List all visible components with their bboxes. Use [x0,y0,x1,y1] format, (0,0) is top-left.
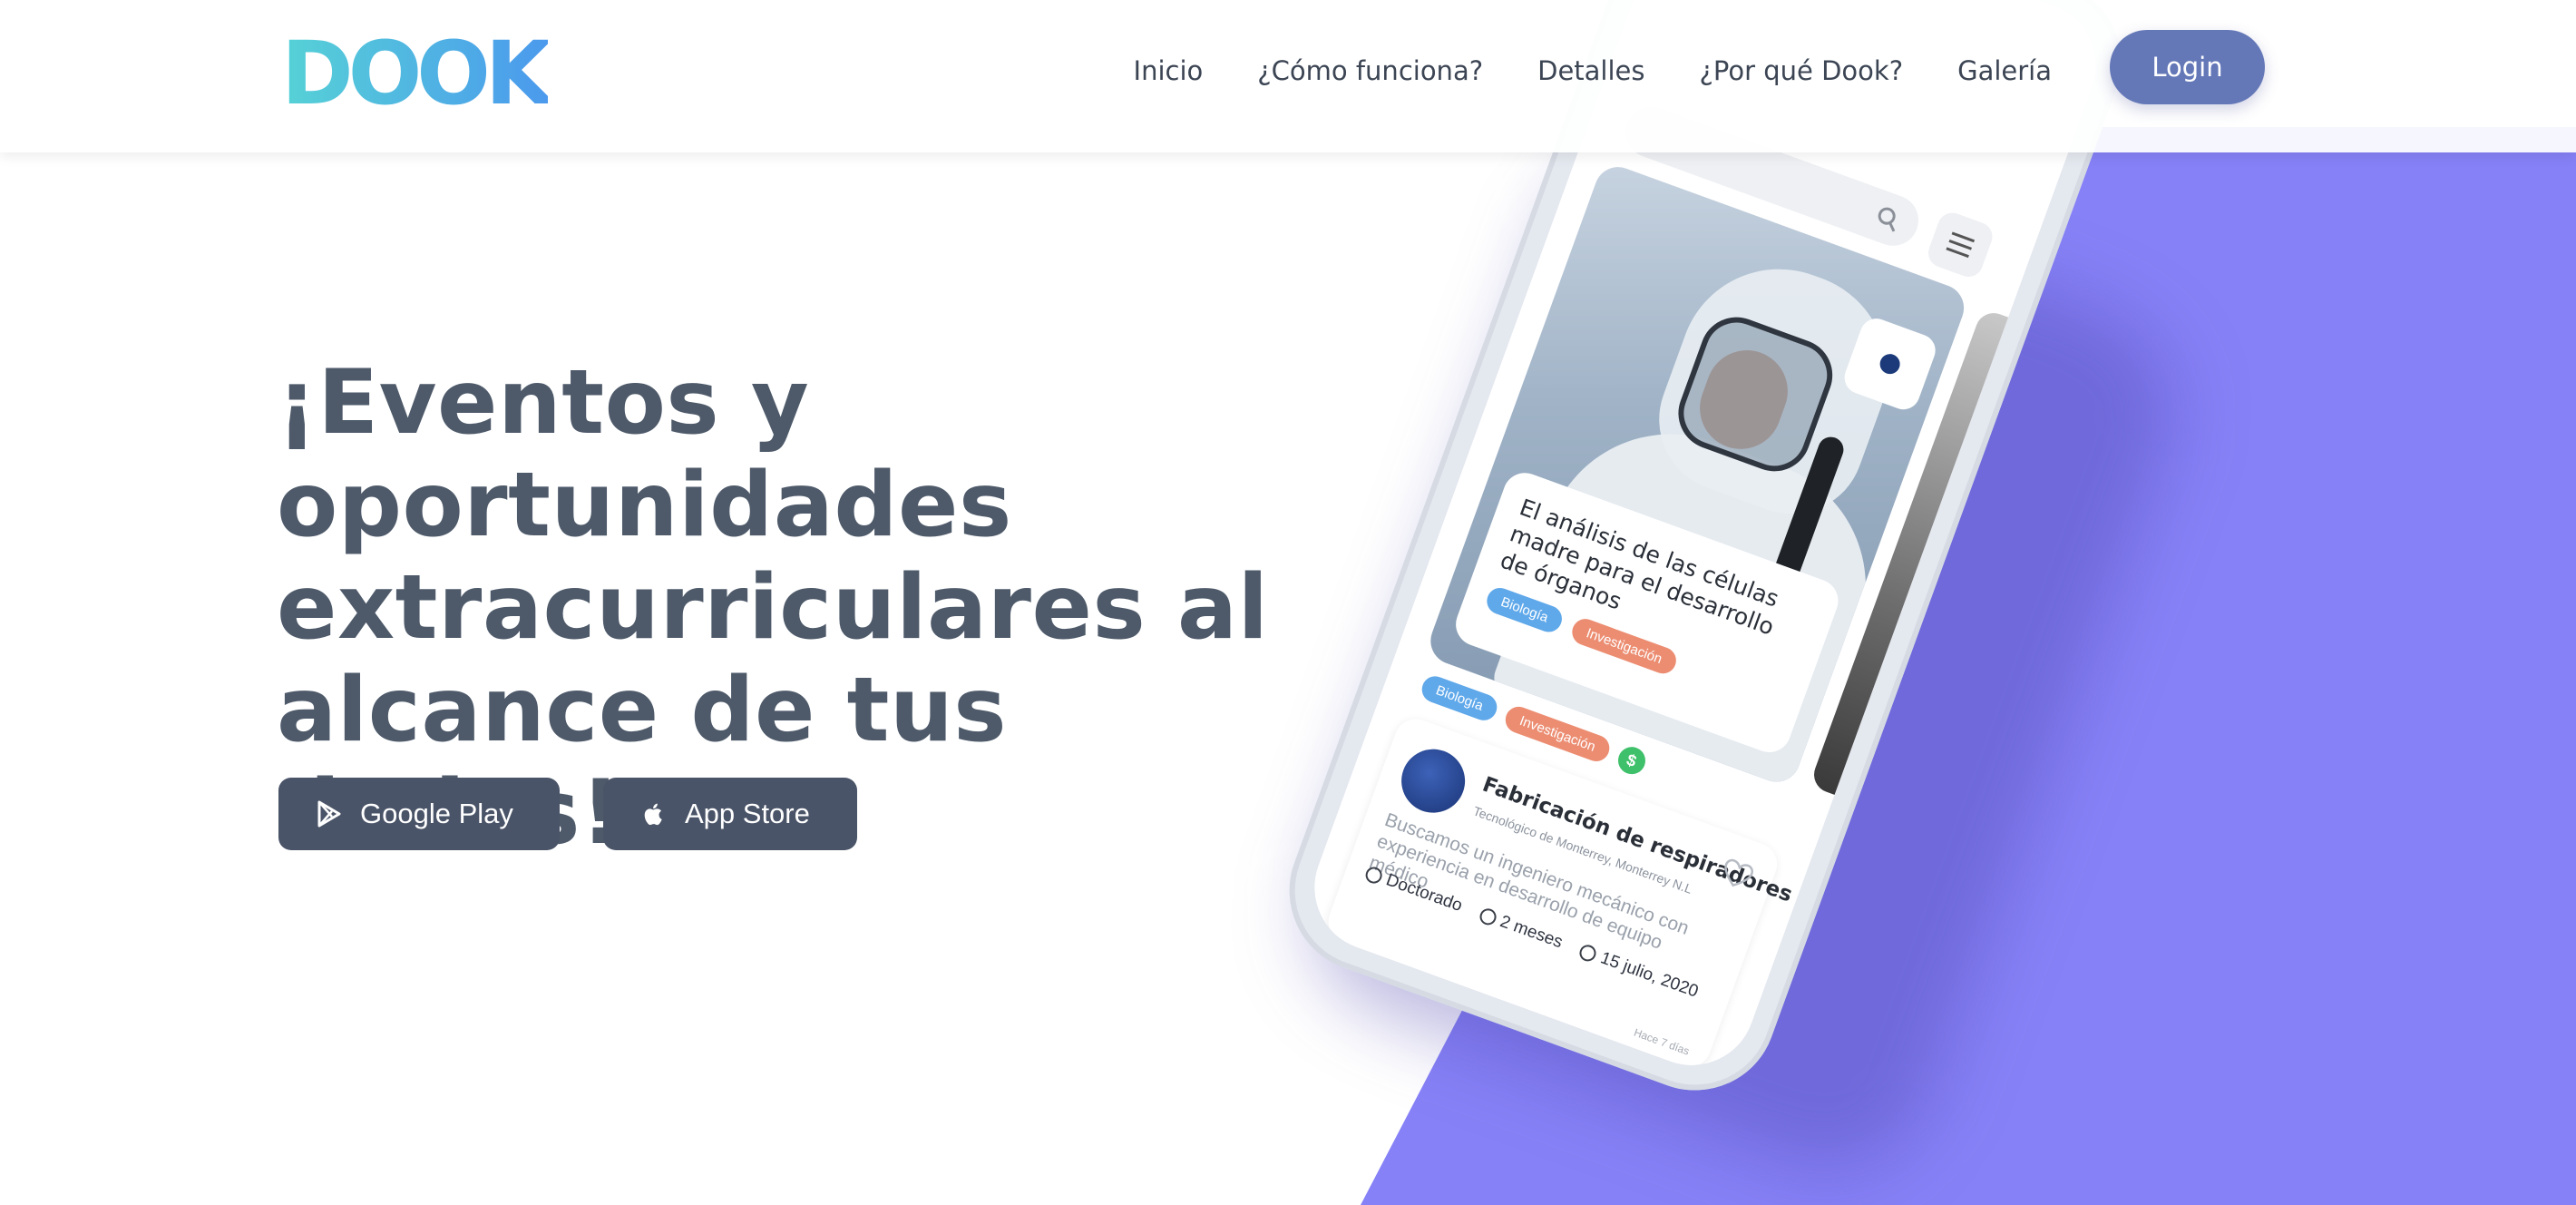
job-posted: Hace 7 días [1632,1025,1692,1058]
site-header: DOOK Inicio ¿Cómo funciona? Detalles ¿Po… [0,0,2576,152]
google-play-label: Google Play [360,798,513,829]
filter-icon [1924,209,1996,281]
calendar-icon [1577,943,1599,965]
institution-logo [1392,740,1474,822]
app-store-button[interactable]: App Store [603,778,857,850]
glasses-icon [1363,864,1385,887]
paid-badge: $ [1614,742,1650,779]
google-play-icon [317,800,341,828]
search-icon [1878,207,1896,232]
clock-icon [1477,906,1498,927]
nav-como-funciona[interactable]: ¿Cómo funciona? [1257,53,1483,89]
google-play-button[interactable]: Google Play [278,778,560,850]
job-card: Fabricación de respiradores Tecnológico … [1322,712,1795,1073]
nav-por-que-dook[interactable]: ¿Por qué Dook? [1700,53,1904,89]
nav-galeria[interactable]: Galería [1957,53,2052,89]
tag-biologia: Biología [1418,671,1501,724]
svg-text:DOOK: DOOK [281,31,548,109]
main-nav: Inicio ¿Cómo funciona? Detalles ¿Por qué… [1134,53,2052,89]
nav-inicio[interactable]: Inicio [1134,53,1204,89]
featured-event-card: El análisis de las células madre para el… [1423,160,1971,789]
dook-logo[interactable]: DOOK [281,31,548,109]
app-store-label: App Store [685,798,810,829]
login-button[interactable]: Login [2110,30,2265,104]
apple-icon [644,803,662,826]
nav-detalles[interactable]: Detalles [1537,53,1644,89]
